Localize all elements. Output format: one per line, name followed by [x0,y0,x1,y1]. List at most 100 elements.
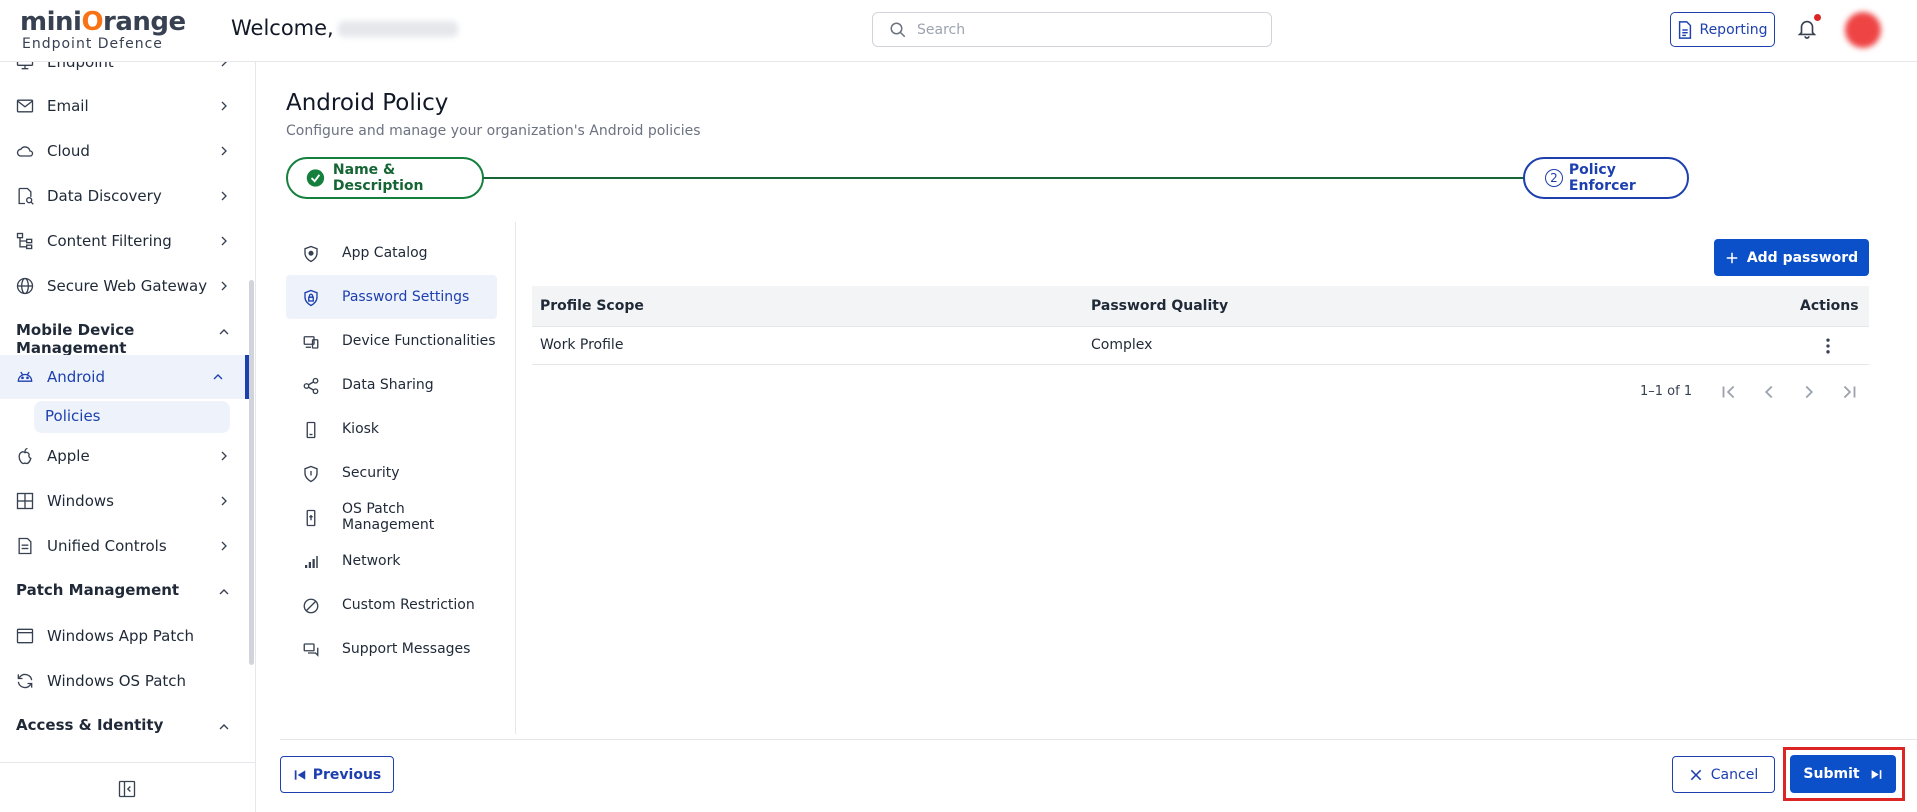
sidebar-scrollbar[interactable] [249,280,254,665]
sidebar-item-apple[interactable]: Apple [0,436,248,476]
policy-nav-device-functionalities[interactable]: Device Functionalities [286,319,497,363]
sidebar-item-windows-os-patch[interactable]: Windows OS Patch [0,661,248,701]
skip-forward-icon [1871,769,1881,779]
cell-profile-scope: Work Profile [540,337,624,353]
last-page-icon[interactable] [1838,381,1860,403]
logo-subtitle: Endpoint Defence [22,36,163,52]
next-page-icon[interactable] [1798,381,1820,403]
logo[interactable]: miniOrange Endpoint Defence [20,8,186,52]
chevron-right-icon [221,236,227,246]
android-icon [17,371,33,382]
sidebar-item-endpoint[interactable]: Endpoint [0,62,248,82]
sidebar-section-access-identity[interactable]: Access & Identity [0,706,248,746]
column-profile-scope: Profile Scope [540,298,644,314]
phone-update-icon [306,509,316,527]
sidebar-item-windows-app-patch[interactable]: Windows App Patch [0,616,248,656]
share-icon [303,377,319,395]
policy-nav-os-patch-management[interactable]: OS Patch Management [286,495,497,539]
sidebar-section-mdm[interactable]: Mobile Device Management [0,311,248,357]
sidebar-section-patch-management[interactable]: Patch Management [0,571,248,611]
notification-dot [1814,14,1821,21]
check-circle-icon [306,169,325,187]
previous-page-icon[interactable] [1758,381,1780,403]
sidebar-item-secure-web-gateway[interactable]: Secure Web Gateway [0,266,248,306]
policy-nav-security[interactable]: Security [286,451,497,495]
search-input[interactable] [917,19,1257,41]
sidebar-item-cloud[interactable]: Cloud [0,131,248,171]
redacted-username [337,21,458,37]
file-list-icon [18,537,32,555]
skip-back-icon [294,769,305,780]
step-name-description[interactable]: Name & Description [286,157,484,199]
cell-password-quality: Complex [1091,337,1153,353]
close-icon [1690,769,1701,780]
column-password-quality: Password Quality [1091,298,1229,314]
shield-star-icon [304,245,318,263]
sidebar-collapse-toggle[interactable] [0,762,255,812]
file-search-icon [18,187,34,205]
document-icon [1679,20,1692,39]
policy-nav-network[interactable]: Network [286,539,497,583]
page-title: Android Policy [286,90,449,116]
refresh-icon [17,673,33,689]
previous-button[interactable]: Previous [280,756,394,793]
chevron-right-icon [221,146,227,156]
page-subtitle: Configure and manage your organization's… [286,123,701,139]
step-policy-enforcer[interactable]: 2 Policy Enforcer [1523,157,1689,199]
sidebar-item-android[interactable]: Android [0,355,248,399]
column-actions: Actions [1800,298,1859,314]
pagination-range: 1–1 of 1 [1640,384,1693,399]
policy-nav-support-messages[interactable]: Support Messages [286,627,497,671]
first-page-icon[interactable] [1718,381,1740,403]
sidebar-item-content-filtering[interactable]: Content Filtering [0,221,248,261]
add-password-button[interactable]: Add password [1714,239,1869,276]
kiosk-phone-icon [306,421,316,439]
policy-nav-custom-restriction[interactable]: Custom Restriction [286,583,497,627]
pagination: 1–1 of 1 [1640,381,1870,405]
plus-icon [1726,252,1738,263]
shield-lock-icon [304,289,318,307]
step-number: 2 [1545,169,1563,187]
shield-icon [304,465,318,483]
window-icon [16,628,34,644]
signal-bars-icon [305,556,318,568]
block-icon [303,598,319,614]
sidebar-item-windows[interactable]: Windows [0,481,248,521]
policy-nav-kiosk[interactable]: Kiosk [286,407,497,451]
chevron-up-icon [219,329,229,335]
policy-nav-app-catalog[interactable]: App Catalog [286,231,497,275]
top-header: miniOrange Endpoint Defence Welcome, Rep… [0,0,1917,62]
policy-nav-divider [515,222,516,734]
chevron-up-icon [213,374,223,380]
cancel-button[interactable]: Cancel [1672,756,1775,793]
apple-icon [18,447,32,465]
sidebar-item-email[interactable]: Email [0,86,248,126]
chevron-right-icon [221,451,227,461]
chat-icon [303,643,319,657]
sidebar-item-data-discovery[interactable]: Data Discovery [0,176,248,216]
chevron-up-icon [219,724,229,730]
avatar[interactable] [1845,12,1881,48]
chevron-right-icon [221,281,227,291]
chevron-right-icon [221,541,227,551]
chevron-right-icon [221,496,227,506]
sidebar-item-unified-controls[interactable]: Unified Controls [0,526,248,566]
filter-tree-icon [16,232,33,250]
submit-button[interactable]: Submit [1790,755,1896,793]
more-vertical-icon[interactable] [1818,336,1838,356]
reporting-button[interactable]: Reporting [1670,12,1775,47]
policy-nav-password-settings[interactable]: Password Settings [286,275,497,319]
search-box[interactable] [872,12,1272,47]
footer-divider [280,739,1917,740]
chevron-right-icon [221,101,227,111]
sidebar-subitem-policies[interactable]: Policies [34,401,230,433]
mail-icon [16,99,34,113]
chevron-right-icon [221,191,227,201]
policy-nav-data-sharing[interactable]: Data Sharing [286,363,497,407]
table-row[interactable]: Work Profile Complex [532,327,1869,365]
sidebar: Endpoint Email Cloud Data Discovery Cont… [0,62,256,812]
welcome-text: Welcome, [231,16,458,40]
stepper-connector [482,177,1525,179]
table-header: Profile Scope Password Quality Actions [532,286,1869,327]
chevron-right-icon [221,62,227,67]
